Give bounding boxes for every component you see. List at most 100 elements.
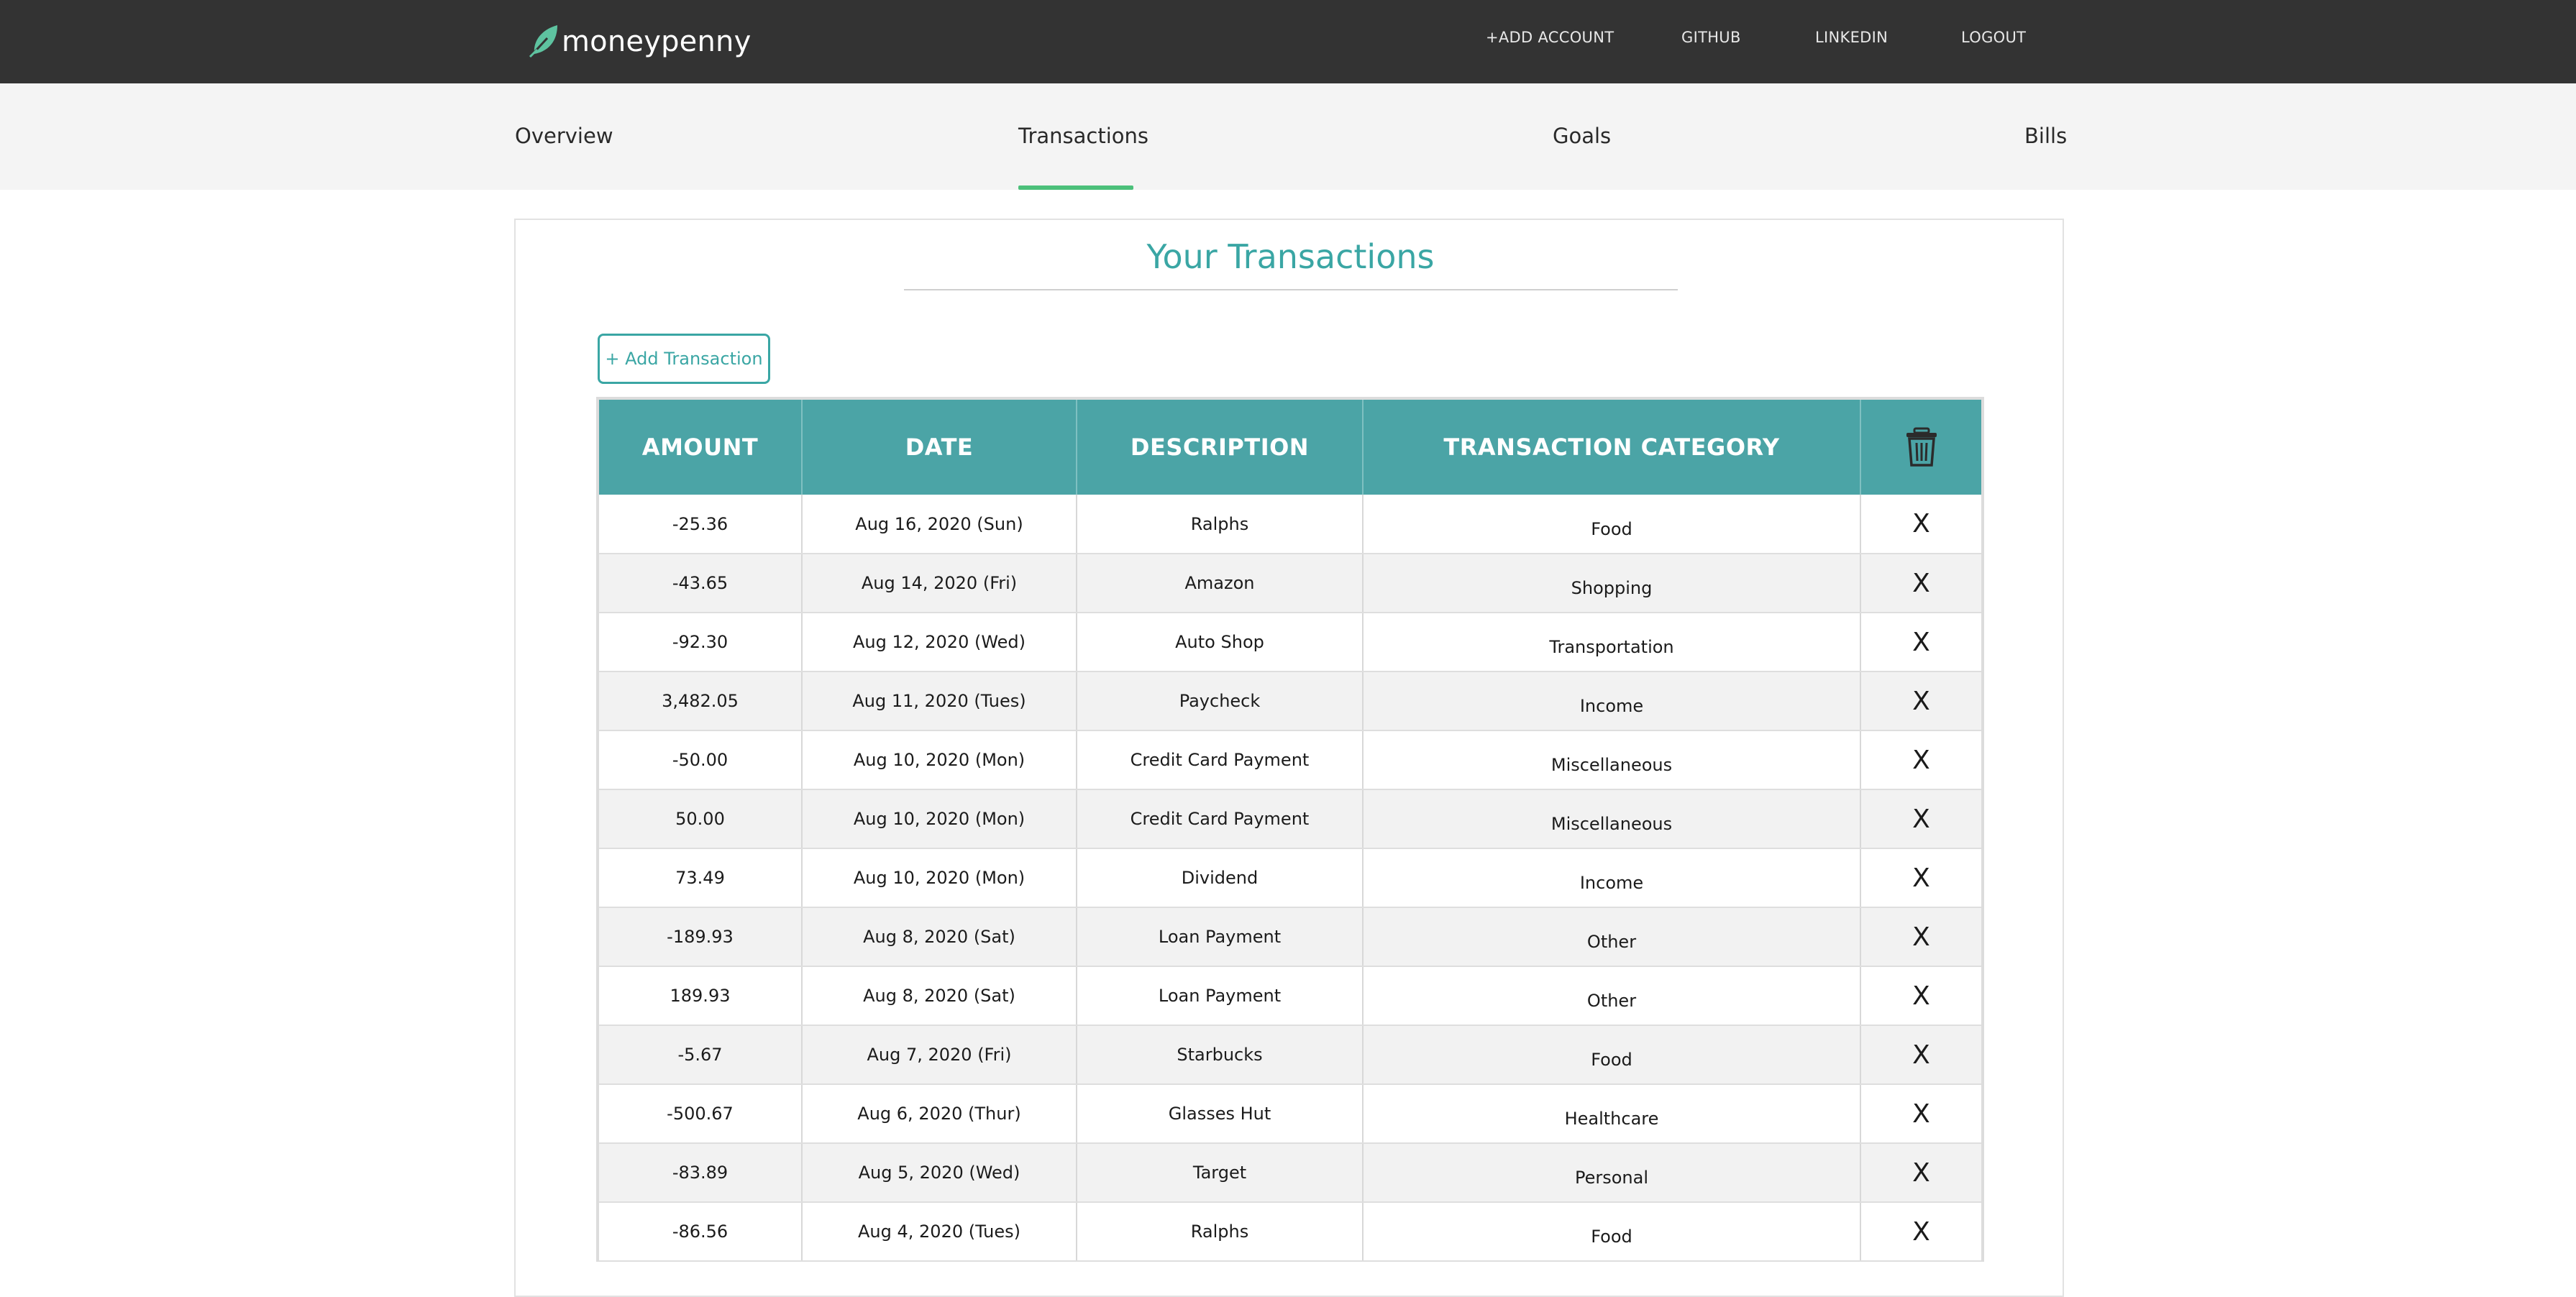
tab-transactions[interactable]: Transactions [1018,124,1148,148]
header-delete [1860,400,1981,495]
delete-transaction-button[interactable]: X [1860,848,1981,908]
delete-transaction-button[interactable]: X [1860,1143,1981,1203]
cell-date: Aug 10, 2020 (Mon) [802,848,1077,908]
delete-transaction-button[interactable]: X [1860,554,1981,613]
delete-transaction-button[interactable]: X [1860,966,1981,1026]
table-row: 50.00 Aug 10, 2020 (Mon) Credit Card Payme… [599,789,1981,849]
tab-bills[interactable]: Bills [2024,124,2067,148]
top-nav-links: +ADD ACCOUNT GITHUB LINKEDIN LOGOUT [0,0,2576,79]
cell-category: Food [1363,1025,1861,1085]
table-row: 73.49 Aug 10, 2020 (Mon) Dividend Income X [599,848,1981,908]
delete-transaction-button[interactable]: X [1860,1202,1981,1262]
table-row: -83.89 Aug 5, 2020 (Wed) Target Personal X [599,1143,1981,1203]
cell-category: Miscellaneous [1363,789,1861,849]
cell-category: Healthcare [1363,1084,1861,1144]
cell-description: Credit Card Payment [1077,789,1364,849]
cell-date: Aug 5, 2020 (Wed) [802,1143,1077,1203]
cell-description: Auto Shop [1077,613,1364,672]
header-date[interactable]: DATE [802,400,1077,495]
header-amount[interactable]: AMOUNT [599,400,803,495]
table-row: 189.93 Aug 8, 2020 (Sat) Loan Payment Other… [599,966,1981,1026]
top-navbar: moneypenny +ADD ACCOUNT GITHUB LINKEDIN … [0,0,2576,83]
delete-transaction-button[interactable]: X [1860,730,1981,790]
cell-amount: 189.93 [599,966,803,1026]
cell-category: Other [1363,907,1861,967]
cell-description: Glasses Hut [1077,1084,1364,1144]
cell-date: Aug 14, 2020 (Fri) [802,554,1077,613]
transactions-table: AMOUNT DATE DESCRIPTION TRANSACTION CATE… [599,400,1981,1262]
cell-description: Loan Payment [1077,907,1364,967]
github-link[interactable]: GITHUB [1681,29,1741,46]
cell-amount: -43.65 [599,554,803,613]
cell-category: Food [1363,495,1861,554]
delete-transaction-button[interactable]: X [1860,789,1981,849]
cell-description: Ralphs [1077,495,1364,554]
cell-amount: 50.00 [599,789,803,849]
transactions-card: Your Transactions + Add Transaction AMOU… [514,219,2064,1297]
cell-category: Personal [1363,1143,1861,1203]
page-title: Your Transactions [1146,237,1435,276]
cell-description: Amazon [1077,554,1364,613]
delete-transaction-button[interactable]: X [1860,1025,1981,1085]
cell-amount: -500.67 [599,1084,803,1144]
table-row: -92.30 Aug 12, 2020 (Wed) Auto Shop Transpo… [599,613,1981,672]
header-category[interactable]: TRANSACTION CATEGORY [1363,400,1861,495]
delete-transaction-button[interactable]: X [1860,613,1981,672]
cell-amount: -50.00 [599,730,803,790]
cell-category: Shopping [1363,554,1861,613]
cell-category: Food [1363,1202,1861,1262]
trash-icon [1904,427,1939,467]
cell-amount: -5.67 [599,1025,803,1085]
table-row: -189.93 Aug 8, 2020 (Sat) Loan Payment Othe… [599,907,1981,967]
delete-transaction-button[interactable]: X [1860,1084,1981,1144]
cell-description: Loan Payment [1077,966,1364,1026]
table-row: -86.56 Aug 4, 2020 (Tues) Ralphs Food X [599,1202,1981,1262]
cell-date: Aug 12, 2020 (Wed) [802,613,1077,672]
table-row: -50.00 Aug 10, 2020 (Mon) Credit Card Paym… [599,730,1981,790]
delete-transaction-button[interactable]: X [1860,495,1981,554]
table-header-row: AMOUNT DATE DESCRIPTION TRANSACTION CATE… [599,400,1981,495]
delete-transaction-button[interactable]: X [1860,907,1981,967]
cell-amount: -83.89 [599,1143,803,1203]
logout-link[interactable]: LOGOUT [1961,29,2026,46]
cell-description: Ralphs [1077,1202,1364,1262]
cell-amount: 73.49 [599,848,803,908]
linkedin-link[interactable]: LINKEDIN [1815,29,1888,46]
cell-category: Income [1363,848,1861,908]
cell-date: Aug 10, 2020 (Mon) [802,730,1077,790]
cell-amount: -189.93 [599,907,803,967]
cell-date: Aug 10, 2020 (Mon) [802,789,1077,849]
cell-category: Transportation [1363,613,1861,672]
cell-date: Aug 6, 2020 (Thur) [802,1084,1077,1144]
cell-date: Aug 8, 2020 (Sat) [802,907,1077,967]
table-row: 3,482.05 Aug 11, 2020 (Tues) Paycheck Incom… [599,672,1981,731]
add-account-link[interactable]: +ADD ACCOUNT [1486,29,1614,46]
active-tab-indicator [1018,185,1133,190]
transactions-table-body: -25.36 Aug 16, 2020 (Sun) Ralphs Food X -43.6… [599,495,1981,1262]
cell-category: Miscellaneous [1363,730,1861,790]
cell-description: Starbucks [1077,1025,1364,1085]
tab-overview[interactable]: Overview [515,124,613,148]
title-divider [904,289,1678,290]
cell-date: Aug 11, 2020 (Tues) [802,672,1077,731]
cell-date: Aug 16, 2020 (Sun) [802,495,1077,554]
cell-description: Credit Card Payment [1077,730,1364,790]
header-description[interactable]: DESCRIPTION [1077,400,1364,495]
cell-amount: -86.56 [599,1202,803,1262]
cell-category: Other [1363,966,1861,1026]
tab-goals[interactable]: Goals [1553,124,1611,148]
cell-date: Aug 8, 2020 (Sat) [802,966,1077,1026]
cell-description: Paycheck [1077,672,1364,731]
cell-amount: -25.36 [599,495,803,554]
transactions-table-wrapper: AMOUNT DATE DESCRIPTION TRANSACTION CATE… [596,397,1984,1262]
cell-description: Dividend [1077,848,1364,908]
table-row: -25.36 Aug 16, 2020 (Sun) Ralphs Food X [599,495,1981,554]
delete-transaction-button[interactable]: X [1860,672,1981,731]
table-row: -5.67 Aug 7, 2020 (Fri) Starbucks Food X [599,1025,1981,1085]
cell-amount: -92.30 [599,613,803,672]
table-row: -43.65 Aug 14, 2020 (Fri) Amazon Shopping X [599,554,1981,613]
cell-description: Target [1077,1143,1364,1203]
cell-date: Aug 7, 2020 (Fri) [802,1025,1077,1085]
add-transaction-button[interactable]: + Add Transaction [598,334,770,384]
cell-category: Income [1363,672,1861,731]
